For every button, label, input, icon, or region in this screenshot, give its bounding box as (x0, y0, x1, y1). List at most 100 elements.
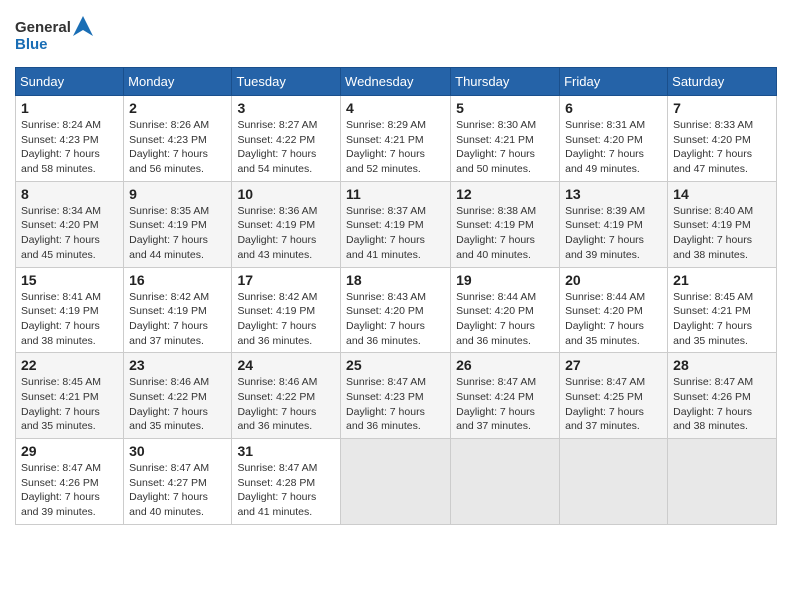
calendar-day-17: 17 Sunrise: 8:42 AM Sunset: 4:19 PM Dayl… (232, 267, 341, 353)
day-info: Sunrise: 8:47 AM Sunset: 4:26 PM Dayligh… (673, 375, 771, 434)
calendar-day-11: 11 Sunrise: 8:37 AM Sunset: 4:19 PM Dayl… (341, 181, 451, 267)
day-info: Sunrise: 8:41 AM Sunset: 4:19 PM Dayligh… (21, 290, 118, 349)
day-number: 9 (129, 186, 226, 202)
day-number: 25 (346, 357, 445, 373)
calendar-day-29: 29 Sunrise: 8:47 AM Sunset: 4:26 PM Dayl… (16, 439, 124, 525)
day-number: 10 (237, 186, 335, 202)
calendar-day-9: 9 Sunrise: 8:35 AM Sunset: 4:19 PM Dayli… (124, 181, 232, 267)
day-number: 20 (565, 272, 662, 288)
day-info: Sunrise: 8:24 AM Sunset: 4:23 PM Dayligh… (21, 118, 118, 177)
day-number: 7 (673, 100, 771, 116)
day-info: Sunrise: 8:44 AM Sunset: 4:20 PM Dayligh… (456, 290, 554, 349)
day-info: Sunrise: 8:47 AM Sunset: 4:23 PM Dayligh… (346, 375, 445, 434)
day-of-week-tuesday: Tuesday (232, 68, 341, 96)
day-info: Sunrise: 8:34 AM Sunset: 4:20 PM Dayligh… (21, 204, 118, 263)
day-info: Sunrise: 8:36 AM Sunset: 4:19 PM Dayligh… (237, 204, 335, 263)
calendar-week-2: 8 Sunrise: 8:34 AM Sunset: 4:20 PM Dayli… (16, 181, 777, 267)
empty-cell (341, 439, 451, 525)
empty-cell (560, 439, 668, 525)
calendar-day-15: 15 Sunrise: 8:41 AM Sunset: 4:19 PM Dayl… (16, 267, 124, 353)
day-number: 31 (237, 443, 335, 459)
calendar-day-18: 18 Sunrise: 8:43 AM Sunset: 4:20 PM Dayl… (341, 267, 451, 353)
logo: General Blue (15, 14, 95, 59)
day-number: 1 (21, 100, 118, 116)
calendar-day-5: 5 Sunrise: 8:30 AM Sunset: 4:21 PM Dayli… (451, 96, 560, 182)
day-info: Sunrise: 8:42 AM Sunset: 4:19 PM Dayligh… (129, 290, 226, 349)
day-info: Sunrise: 8:42 AM Sunset: 4:19 PM Dayligh… (237, 290, 335, 349)
calendar-week-5: 29 Sunrise: 8:47 AM Sunset: 4:26 PM Dayl… (16, 439, 777, 525)
day-number: 22 (21, 357, 118, 373)
day-info: Sunrise: 8:46 AM Sunset: 4:22 PM Dayligh… (237, 375, 335, 434)
day-info: Sunrise: 8:47 AM Sunset: 4:24 PM Dayligh… (456, 375, 554, 434)
calendar-day-25: 25 Sunrise: 8:47 AM Sunset: 4:23 PM Dayl… (341, 353, 451, 439)
day-info: Sunrise: 8:26 AM Sunset: 4:23 PM Dayligh… (129, 118, 226, 177)
calendar-day-22: 22 Sunrise: 8:45 AM Sunset: 4:21 PM Dayl… (16, 353, 124, 439)
day-info: Sunrise: 8:39 AM Sunset: 4:19 PM Dayligh… (565, 204, 662, 263)
day-info: Sunrise: 8:27 AM Sunset: 4:22 PM Dayligh… (237, 118, 335, 177)
day-of-week-sunday: Sunday (16, 68, 124, 96)
day-of-week-wednesday: Wednesday (341, 68, 451, 96)
calendar-week-3: 15 Sunrise: 8:41 AM Sunset: 4:19 PM Dayl… (16, 267, 777, 353)
calendar-day-20: 20 Sunrise: 8:44 AM Sunset: 4:20 PM Dayl… (560, 267, 668, 353)
day-number: 6 (565, 100, 662, 116)
empty-cell (668, 439, 777, 525)
day-number: 28 (673, 357, 771, 373)
calendar-day-14: 14 Sunrise: 8:40 AM Sunset: 4:19 PM Dayl… (668, 181, 777, 267)
day-number: 19 (456, 272, 554, 288)
day-number: 27 (565, 357, 662, 373)
day-number: 17 (237, 272, 335, 288)
calendar-day-30: 30 Sunrise: 8:47 AM Sunset: 4:27 PM Dayl… (124, 439, 232, 525)
calendar-day-23: 23 Sunrise: 8:46 AM Sunset: 4:22 PM Dayl… (124, 353, 232, 439)
svg-text:Blue: Blue (15, 36, 48, 53)
day-number: 14 (673, 186, 771, 202)
calendar-day-10: 10 Sunrise: 8:36 AM Sunset: 4:19 PM Dayl… (232, 181, 341, 267)
calendar-day-24: 24 Sunrise: 8:46 AM Sunset: 4:22 PM Dayl… (232, 353, 341, 439)
calendar-day-1: 1 Sunrise: 8:24 AM Sunset: 4:23 PM Dayli… (16, 96, 124, 182)
day-info: Sunrise: 8:47 AM Sunset: 4:27 PM Dayligh… (129, 461, 226, 520)
day-info: Sunrise: 8:45 AM Sunset: 4:21 PM Dayligh… (673, 290, 771, 349)
page-container: General Blue SundayMondayTuesdayWednesda… (0, 0, 792, 540)
day-number: 3 (237, 100, 335, 116)
day-number: 15 (21, 272, 118, 288)
svg-text:General: General (15, 19, 71, 36)
calendar-day-7: 7 Sunrise: 8:33 AM Sunset: 4:20 PM Dayli… (668, 96, 777, 182)
day-number: 12 (456, 186, 554, 202)
day-info: Sunrise: 8:29 AM Sunset: 4:21 PM Dayligh… (346, 118, 445, 177)
calendar-day-6: 6 Sunrise: 8:31 AM Sunset: 4:20 PM Dayli… (560, 96, 668, 182)
day-of-week-saturday: Saturday (668, 68, 777, 96)
day-info: Sunrise: 8:45 AM Sunset: 4:21 PM Dayligh… (21, 375, 118, 434)
day-number: 5 (456, 100, 554, 116)
logo-svg: General Blue (15, 14, 95, 59)
day-number: 18 (346, 272, 445, 288)
day-info: Sunrise: 8:40 AM Sunset: 4:19 PM Dayligh… (673, 204, 771, 263)
day-number: 8 (21, 186, 118, 202)
calendar-day-27: 27 Sunrise: 8:47 AM Sunset: 4:25 PM Dayl… (560, 353, 668, 439)
calendar-week-4: 22 Sunrise: 8:45 AM Sunset: 4:21 PM Dayl… (16, 353, 777, 439)
page-header: General Blue (15, 10, 777, 59)
empty-cell (451, 439, 560, 525)
calendar-day-26: 26 Sunrise: 8:47 AM Sunset: 4:24 PM Dayl… (451, 353, 560, 439)
calendar-day-2: 2 Sunrise: 8:26 AM Sunset: 4:23 PM Dayli… (124, 96, 232, 182)
day-info: Sunrise: 8:47 AM Sunset: 4:25 PM Dayligh… (565, 375, 662, 434)
day-number: 11 (346, 186, 445, 202)
day-info: Sunrise: 8:38 AM Sunset: 4:19 PM Dayligh… (456, 204, 554, 263)
day-number: 16 (129, 272, 226, 288)
day-number: 13 (565, 186, 662, 202)
day-info: Sunrise: 8:35 AM Sunset: 4:19 PM Dayligh… (129, 204, 226, 263)
day-info: Sunrise: 8:46 AM Sunset: 4:22 PM Dayligh… (129, 375, 226, 434)
calendar-week-1: 1 Sunrise: 8:24 AM Sunset: 4:23 PM Dayli… (16, 96, 777, 182)
day-number: 26 (456, 357, 554, 373)
calendar-day-13: 13 Sunrise: 8:39 AM Sunset: 4:19 PM Dayl… (560, 181, 668, 267)
day-number: 21 (673, 272, 771, 288)
calendar-day-12: 12 Sunrise: 8:38 AM Sunset: 4:19 PM Dayl… (451, 181, 560, 267)
day-info: Sunrise: 8:30 AM Sunset: 4:21 PM Dayligh… (456, 118, 554, 177)
calendar-day-28: 28 Sunrise: 8:47 AM Sunset: 4:26 PM Dayl… (668, 353, 777, 439)
day-number: 4 (346, 100, 445, 116)
calendar-day-19: 19 Sunrise: 8:44 AM Sunset: 4:20 PM Dayl… (451, 267, 560, 353)
calendar-day-21: 21 Sunrise: 8:45 AM Sunset: 4:21 PM Dayl… (668, 267, 777, 353)
calendar-table: SundayMondayTuesdayWednesdayThursdayFrid… (15, 67, 777, 525)
day-number: 30 (129, 443, 226, 459)
calendar-day-8: 8 Sunrise: 8:34 AM Sunset: 4:20 PM Dayli… (16, 181, 124, 267)
day-number: 2 (129, 100, 226, 116)
day-of-week-friday: Friday (560, 68, 668, 96)
